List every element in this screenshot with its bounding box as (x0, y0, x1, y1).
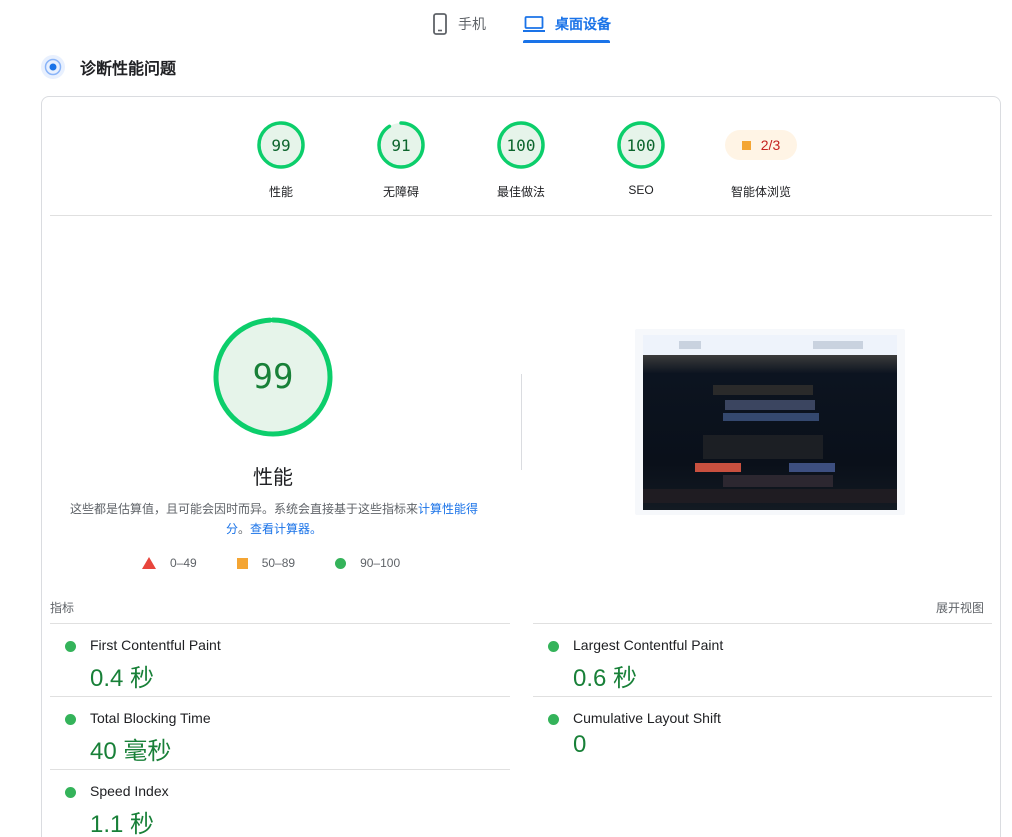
metric-cls: Cumulative Layout Shift 0 (533, 697, 993, 770)
metric-name: Cumulative Layout Shift (573, 710, 721, 726)
laptop-icon (523, 16, 545, 32)
expand-view-toggle[interactable]: 展开视图 (936, 599, 984, 616)
phone-icon (433, 13, 447, 35)
metrics-title: 指标 (50, 601, 75, 615)
metric-name: Total Blocking Time (90, 710, 211, 726)
category-agentic-browsing[interactable]: 2/3 智能体浏览 (706, 121, 816, 200)
metrics-header: 指标 展开视图 (50, 599, 992, 623)
metric-value: 1.1 秒 (90, 811, 155, 837)
agentic-browsing-score: 2/3 (760, 137, 781, 153)
description-sep: 。 (237, 522, 250, 536)
metric-value: 0.6 秒 (573, 665, 638, 692)
fail-triangle-icon (142, 557, 156, 569)
performance-title: 性能 (253, 467, 293, 489)
diagnose-title: 诊断性能问题 (80, 61, 177, 78)
average-square-icon (741, 140, 751, 150)
category-gauges: 99 性能 91 无障碍 100 最佳做法 100 SEO 2/3 智能体浏览 (42, 97, 1000, 216)
tab-mobile-label: 手机 (458, 16, 486, 32)
best-practices-score: 100 (506, 135, 536, 155)
legend-fail-label: 0–49 (170, 556, 197, 570)
diagnose-icon (41, 55, 65, 79)
pass-circle-icon (335, 557, 347, 569)
seo-score: 100 (626, 135, 656, 155)
seo-gauge: 100 (617, 121, 665, 169)
performance-label: 性能 (268, 185, 293, 199)
pass-circle-icon (65, 787, 76, 798)
score-legend: 0–49 50–89 90–100 (142, 556, 440, 570)
metric-tbt: Total Blocking Time 40 毫秒 (50, 697, 510, 770)
metric-speed-index: Speed Index 1.1 秒 (50, 770, 510, 837)
performance-big-score: 99 (252, 357, 294, 397)
metric-name: Speed Index (90, 783, 169, 799)
average-square-icon (236, 557, 248, 569)
tab-desktop[interactable]: 桌面设备 (523, 6, 611, 42)
category-performance[interactable]: 99 性能 (226, 121, 336, 200)
pass-circle-icon (65, 714, 76, 725)
performance-description: 这些都是估算值，且可能会因时而异。系统会直接基于这些指标来计算性能得分。查看计算… (64, 499, 484, 539)
vertical-separator (521, 374, 522, 470)
page-screenshot-thumbnail[interactable] (635, 329, 905, 515)
device-tabs: 手机 桌面设备 (0, 0, 1012, 44)
category-best-practices[interactable]: 100 最佳做法 (466, 121, 576, 200)
accessibility-score: 91 (391, 135, 411, 155)
category-accessibility[interactable]: 91 无障碍 (346, 121, 456, 200)
accessibility-label: 无障碍 (382, 185, 419, 199)
agentic-browsing-badge: 2/3 (725, 130, 797, 160)
category-seo[interactable]: 100 SEO (586, 121, 696, 197)
best-practices-label: 最佳做法 (496, 185, 545, 199)
legend-pass-label: 90–100 (360, 556, 401, 570)
best-practices-gauge: 100 (497, 121, 545, 169)
category-divider (50, 215, 992, 216)
description-text: 这些都是估算值，且可能会因时而异。系统会直接基于这些指标来 (69, 502, 418, 516)
diagnose-header: 诊断性能问题 (40, 54, 176, 80)
legend-pass: 90–100 (335, 556, 400, 570)
legend-fail: 0–49 (142, 556, 197, 570)
thumbnail-header (643, 335, 897, 355)
performance-score: 99 (271, 135, 291, 155)
metric-lcp: Largest Contentful Paint 0.6 秒 (533, 624, 993, 697)
performance-gauge: 99 (257, 121, 305, 169)
metric-fcp: First Contentful Paint 0.4 秒 (50, 624, 510, 697)
report-card: 99 性能 91 无障碍 100 最佳做法 100 SEO 2/3 智能体浏览 … (41, 96, 1001, 837)
pass-circle-icon (548, 641, 559, 652)
tab-mobile[interactable]: 手机 (432, 6, 486, 42)
active-tab-indicator (523, 40, 610, 43)
metric-value: 0.4 秒 (90, 665, 155, 692)
metric-value: 40 毫秒 (90, 738, 172, 765)
pass-circle-icon (65, 641, 76, 652)
view-calculator-link[interactable]: 查看计算器。 (250, 522, 322, 536)
metric-name: Largest Contentful Paint (573, 637, 724, 653)
metric-value: 0 (573, 731, 587, 758)
legend-average: 50–89 (236, 556, 296, 570)
pass-circle-icon (548, 714, 559, 725)
legend-average-label: 50–89 (261, 556, 296, 570)
agentic-browsing-label: 智能体浏览 (730, 185, 791, 199)
accessibility-gauge: 91 (377, 121, 425, 169)
tab-desktop-label: 桌面设备 (555, 16, 611, 32)
seo-label: SEO (628, 183, 654, 197)
metric-name: First Contentful Paint (90, 637, 221, 653)
thumbnail-content (643, 355, 897, 510)
